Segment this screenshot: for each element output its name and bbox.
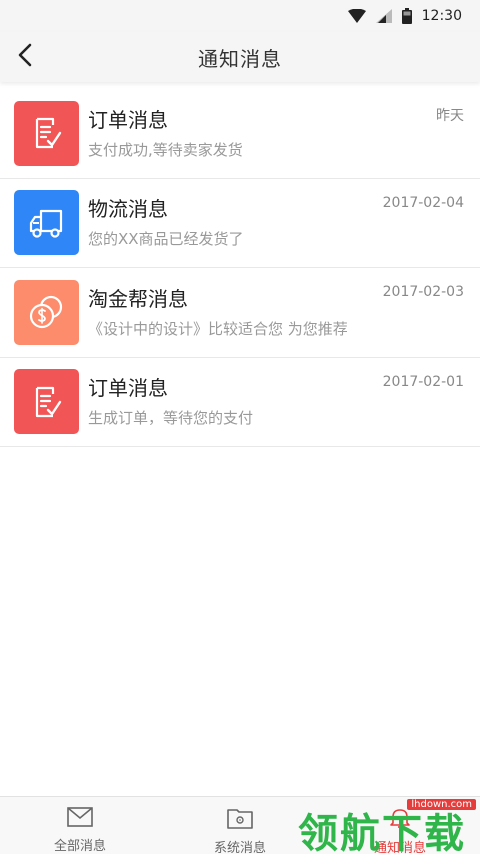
message-subtitle: 您的XX商品已经发货了 bbox=[88, 230, 244, 249]
message-title: 订单消息 bbox=[88, 376, 168, 401]
tab-label: 系统消息 bbox=[213, 841, 266, 854]
tab-system-messages[interactable]: 系统消息 bbox=[160, 797, 320, 854]
message-title: 物流消息 bbox=[88, 197, 168, 222]
tab-all-messages[interactable]: 全部消息 bbox=[0, 797, 160, 854]
coins-icon bbox=[14, 279, 79, 345]
bottom-tab-bar: 全部消息 系统消息 通知消息 bbox=[0, 796, 480, 854]
message-item-order[interactable]: 订单消息 生成订单，等待您的支付 2017-02-01 bbox=[0, 358, 480, 447]
message-title: 订单消息 bbox=[88, 107, 168, 132]
status-time: 12:30 bbox=[421, 8, 462, 24]
message-title: 淘金帮消息 bbox=[88, 286, 188, 311]
message-subtitle: 生成订单，等待您的支付 bbox=[88, 409, 254, 428]
header: 通知消息 bbox=[0, 32, 480, 82]
message-list: 订单消息 支付成功,等待卖家发货 昨天 物流消息 您的XX商品已经发货了 201… bbox=[0, 89, 480, 447]
page-title: 通知消息 bbox=[198, 46, 282, 71]
message-item-logistics[interactable]: 物流消息 您的XX商品已经发货了 2017-02-04 bbox=[0, 179, 480, 268]
envelope-icon bbox=[67, 807, 93, 831]
tab-label: 通知消息 bbox=[373, 841, 426, 854]
message-subtitle: 《设计中的设计》比较适合您 为您推荐 bbox=[88, 319, 348, 338]
message-time: 2017-02-04 bbox=[382, 194, 464, 211]
order-doc-icon bbox=[14, 100, 79, 166]
back-button[interactable] bbox=[10, 37, 40, 77]
battery-icon bbox=[401, 8, 412, 24]
order-doc-icon bbox=[14, 369, 79, 435]
wifi-icon bbox=[347, 9, 366, 23]
signal-icon bbox=[375, 9, 392, 23]
message-item-order[interactable]: 订单消息 支付成功,等待卖家发货 昨天 bbox=[0, 89, 480, 179]
bell-icon bbox=[388, 807, 412, 833]
tab-label: 全部消息 bbox=[53, 839, 106, 854]
message-subtitle: 支付成功,等待卖家发货 bbox=[88, 140, 243, 159]
status-bar: 12:30 bbox=[0, 0, 480, 32]
chevron-left-icon bbox=[17, 43, 33, 71]
screen: 12:30 通知消息 订单消息 支付成功,等待卖家发货 昨天 物流消息 您的XX… bbox=[0, 0, 480, 854]
truck-icon bbox=[14, 190, 79, 256]
folder-gear-icon bbox=[227, 807, 253, 833]
message-time: 2017-02-03 bbox=[382, 284, 464, 300]
message-time: 昨天 bbox=[436, 108, 464, 124]
message-body: 订单消息 支付成功,等待卖家发货 bbox=[88, 101, 480, 166]
message-item-taojinbang[interactable]: 淘金帮消息 《设计中的设计》比较适合您 为您推荐 2017-02-03 bbox=[0, 268, 480, 358]
message-time: 2017-02-01 bbox=[382, 373, 464, 390]
tab-notification-messages[interactable]: 通知消息 bbox=[320, 797, 480, 854]
